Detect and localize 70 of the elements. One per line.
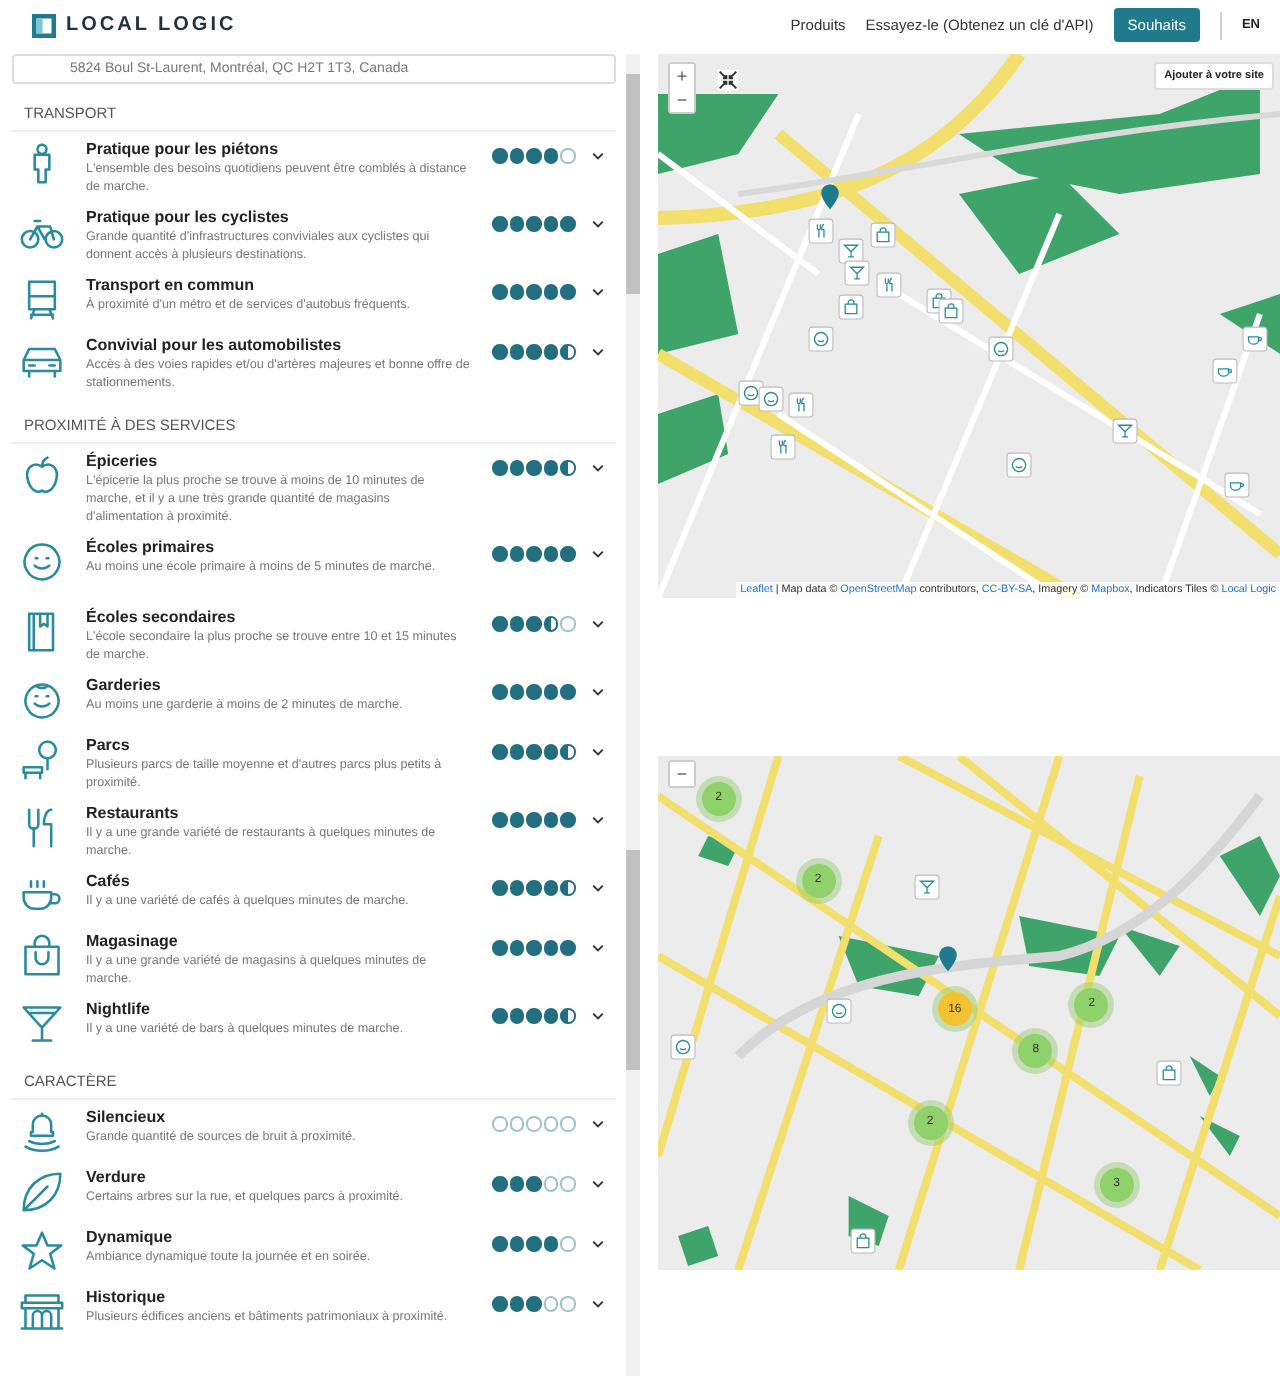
item-title: Pratique pour les cyclistes [86, 206, 291, 228]
shopping-bag-marker-icon[interactable] [838, 293, 865, 320]
location-pin-icon[interactable] [819, 184, 840, 213]
item-title: Convivial pour les automobilistes [86, 334, 344, 356]
fork-knife-marker-icon[interactable] [769, 434, 796, 461]
item-title: Restaurants [86, 802, 181, 824]
chevron-down-icon[interactable] [591, 884, 603, 892]
item-title: Nightlife [86, 998, 152, 1020]
coffee-cup-marker-icon[interactable] [1211, 358, 1238, 385]
fork-knife-marker-icon[interactable] [807, 217, 834, 244]
item-title: Magasinage [86, 930, 180, 952]
smiley-marker-icon[interactable] [1006, 451, 1033, 478]
smiley-marker-icon[interactable] [987, 336, 1014, 363]
cocktail-glass-icon [20, 1000, 64, 1048]
chevron-down-icon[interactable] [591, 550, 603, 558]
fork-knife-marker-icon[interactable] [875, 271, 902, 298]
location-pin-icon[interactable] [937, 946, 958, 975]
item-title: Transport en commun [86, 274, 257, 296]
item-title: Épiceries [86, 450, 160, 472]
chevron-down-icon[interactable] [591, 464, 603, 472]
coffee-cup-marker-icon[interactable] [1242, 326, 1269, 352]
item-title: Dynamique [86, 1226, 175, 1248]
smiley-face-icon [20, 538, 64, 586]
chevron-down-icon[interactable] [591, 1240, 603, 1248]
item-title: Cafés [86, 870, 132, 892]
brand-name: LOCAL LOGIC [66, 14, 237, 36]
chevron-down-icon[interactable] [591, 348, 603, 356]
item-title: Verdure [86, 1166, 148, 1188]
logo-icon [32, 13, 56, 37]
shopping-bag-marker-icon[interactable] [869, 222, 896, 249]
smiley-marker-icon[interactable] [670, 1033, 697, 1060]
shopping-bag-marker-icon[interactable] [937, 298, 964, 325]
chevron-down-icon[interactable] [591, 220, 603, 228]
item-title: Silencieux [86, 1106, 168, 1128]
smiley-marker-icon[interactable] [757, 385, 784, 412]
shopping-bag-icon [20, 932, 64, 980]
coffee-cup-marker-icon[interactable] [1224, 472, 1250, 499]
shopping-bag-marker-icon[interactable] [1155, 1059, 1182, 1086]
scrollbar[interactable] [626, 54, 640, 600]
chevron-down-icon[interactable] [591, 1180, 603, 1188]
chevron-down-icon[interactable] [591, 688, 603, 696]
shopping-bag-marker-icon[interactable] [850, 1228, 877, 1255]
scrollbar[interactable] [626, 600, 640, 1376]
star-icon [20, 1228, 64, 1276]
smiley-marker-icon[interactable] [807, 326, 834, 352]
item-title: Écoles primaires [86, 536, 217, 558]
bell-icon [20, 1108, 64, 1156]
item-title: Parcs [86, 734, 132, 756]
cocktail-marker-icon[interactable] [844, 260, 871, 287]
chevron-down-icon[interactable] [591, 1120, 603, 1128]
cocktail-marker-icon[interactable] [913, 874, 939, 901]
chevron-down-icon[interactable] [591, 288, 603, 296]
item-title: Garderies [86, 674, 163, 696]
zoom-out-button[interactable]: − [670, 762, 694, 786]
chevron-down-icon[interactable] [591, 620, 603, 628]
chevron-down-icon[interactable] [591, 1012, 603, 1020]
smiley-marker-icon[interactable] [825, 997, 852, 1024]
item-title: Écoles secondaires [86, 606, 238, 628]
historic-building-icon [20, 1288, 64, 1336]
chevron-down-icon[interactable] [591, 944, 603, 952]
leaf-icon [20, 1168, 64, 1216]
chevron-down-icon[interactable] [591, 748, 603, 756]
item-title: Historique [86, 1286, 168, 1308]
chevron-down-icon[interactable] [591, 152, 603, 160]
item-title: Pratique pour les piétons [86, 138, 281, 160]
collapse-icon[interactable] [718, 70, 738, 90]
chevron-down-icon[interactable] [591, 816, 603, 824]
chevron-down-icon[interactable] [591, 1300, 603, 1308]
cocktail-marker-icon[interactable] [1112, 418, 1139, 445]
fork-knife-marker-icon[interactable] [788, 391, 815, 418]
